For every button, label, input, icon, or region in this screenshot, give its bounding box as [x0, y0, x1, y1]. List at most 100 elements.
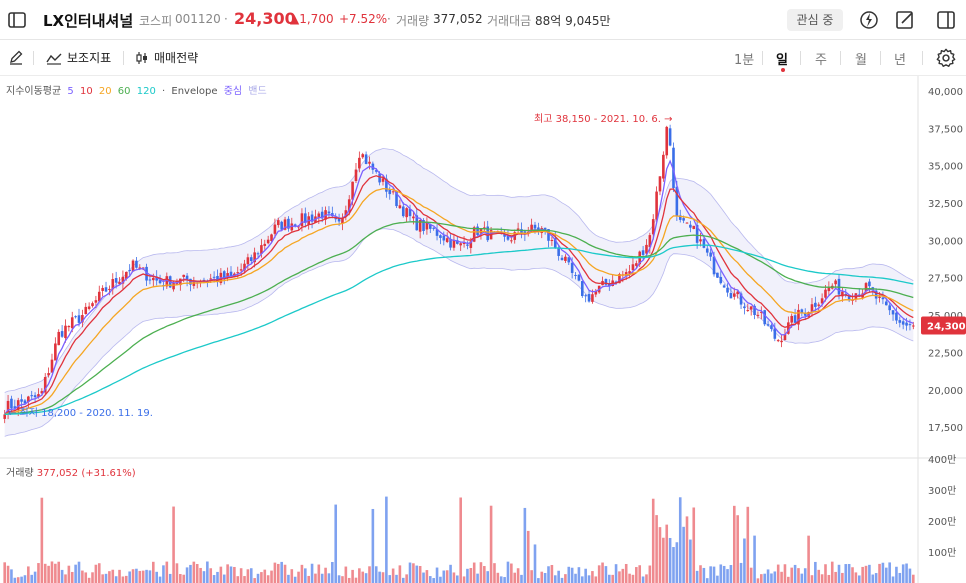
- volume-bar: [3, 562, 6, 583]
- volume-bar: [94, 564, 98, 583]
- volume-bar: [570, 567, 574, 583]
- candle-body: [101, 287, 104, 291]
- volume-bar: [452, 572, 456, 583]
- ma-10-label: 10: [79, 86, 93, 97]
- candle-body: [732, 293, 736, 297]
- volume-bar: [675, 542, 679, 583]
- candle-body: [77, 315, 81, 323]
- candle-body: [570, 262, 574, 273]
- price-tick-label: 20,000: [928, 386, 963, 397]
- candle-body: [358, 157, 361, 169]
- volume-bar: [533, 544, 537, 583]
- ma-60-label: 60: [117, 86, 131, 97]
- volume-bar: [766, 569, 770, 583]
- volume-bar: [172, 506, 175, 583]
- volume-bar: [783, 564, 787, 583]
- volume-bar: [297, 571, 300, 583]
- volume-bar: [331, 561, 334, 583]
- volume-bar: [803, 568, 807, 583]
- volume-bar: [601, 562, 604, 583]
- volume-bar: [776, 564, 780, 583]
- volume-bar: [412, 563, 415, 583]
- legend-dot: ·: [162, 86, 166, 97]
- candle-body: [466, 244, 469, 246]
- volume-bar: [246, 569, 250, 583]
- volume-bar: [753, 535, 756, 583]
- candle-body: [47, 373, 50, 376]
- volume-bar: [30, 574, 34, 583]
- volume-bar: [837, 564, 841, 583]
- candle-body: [574, 274, 577, 276]
- volume-bar: [797, 568, 800, 583]
- candle-body: [716, 272, 719, 278]
- volume-bar: [222, 574, 226, 583]
- volume-bar: [756, 578, 760, 583]
- volume-bar: [307, 575, 310, 583]
- volume-bar: [645, 574, 648, 583]
- volume-bar: [101, 574, 104, 583]
- volume-bar: [912, 574, 915, 583]
- volume-bar: [317, 564, 321, 583]
- candle-body: [662, 154, 665, 179]
- price-tick-label: 40,000: [928, 87, 963, 98]
- volume-bar: [33, 571, 37, 583]
- volume-bar: [847, 563, 851, 583]
- volume-bar: [523, 507, 527, 583]
- volume-bar: [351, 569, 354, 583]
- volume-bar: [216, 571, 219, 583]
- volume-bar: [91, 572, 94, 583]
- volume-bar: [155, 571, 158, 583]
- volume-bar: [195, 564, 199, 583]
- volume-bar: [641, 576, 645, 583]
- candle-body: [756, 314, 760, 316]
- volume-bar: [398, 565, 402, 583]
- volume-legend: 거래량 377,052 (+31.61%): [6, 464, 136, 479]
- volume-bar: [814, 561, 817, 583]
- volume-bar: [530, 570, 533, 583]
- current-price-tag-label: 24,300: [927, 322, 966, 333]
- volume-bar: [391, 568, 395, 583]
- candle-body: [884, 301, 888, 306]
- volume-bar: [263, 569, 267, 583]
- candle-body: [905, 322, 908, 326]
- ma-label: 지수이동평균: [6, 86, 62, 97]
- volume-bar: [881, 562, 885, 583]
- volume-bar: [10, 569, 13, 583]
- volume-bar: [655, 515, 658, 583]
- volume-bar: [77, 561, 81, 583]
- volume-bar: [739, 562, 743, 583]
- volume-bar: [23, 575, 27, 583]
- volume-bar: [516, 568, 520, 583]
- volume-bar: [614, 564, 618, 583]
- volume-bar: [884, 567, 888, 583]
- candle-body: [74, 316, 77, 318]
- volume-bar: [567, 566, 571, 583]
- volume-bar: [16, 577, 20, 583]
- volume-bar: [243, 576, 246, 583]
- volume-bar: [141, 570, 145, 583]
- candle-body: [276, 220, 280, 226]
- volume-bar: [273, 562, 277, 583]
- candle-body: [776, 340, 780, 342]
- candle-body: [87, 306, 91, 309]
- volume-bar: [770, 573, 773, 583]
- volume-bar: [719, 564, 723, 583]
- candle-body: [266, 239, 270, 244]
- volume-bar: [175, 563, 179, 583]
- volume-bar: [702, 567, 706, 583]
- price-tick-label: 37,500: [928, 124, 963, 135]
- volume-legend-label: 거래량: [6, 468, 34, 479]
- candle-body: [631, 264, 635, 271]
- ma-legend: 지수이동평균 5 10 20 60 120 · Envelope 중심 밴드: [6, 82, 270, 97]
- candle-body: [445, 238, 449, 243]
- volume-bar: [678, 497, 682, 583]
- volume-bar: [6, 565, 10, 583]
- volume-bar: [483, 566, 486, 583]
- volume-bar: [27, 566, 30, 583]
- volume-bar: [206, 561, 209, 583]
- candle-body: [256, 253, 260, 255]
- candle-body: [280, 221, 283, 230]
- candle-body: [908, 324, 912, 326]
- volume-bar: [618, 571, 621, 583]
- volume-bar: [695, 570, 699, 583]
